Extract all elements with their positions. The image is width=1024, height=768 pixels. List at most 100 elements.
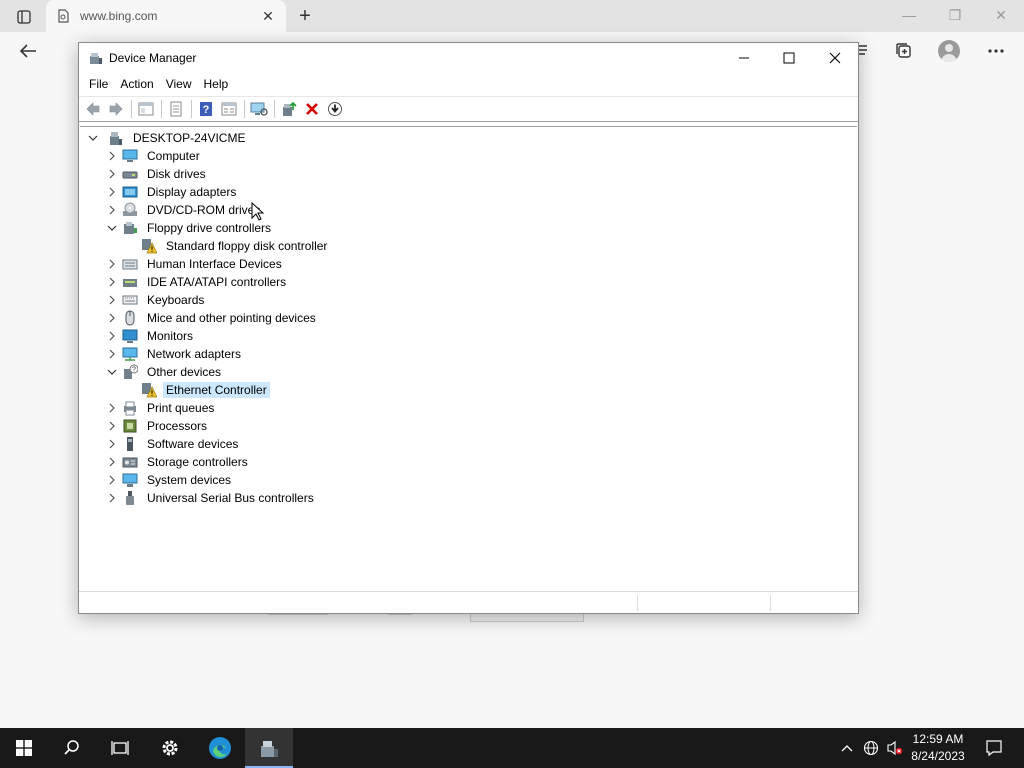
properties-button[interactable] <box>165 98 187 120</box>
expand-chevron-icon[interactable] <box>105 293 119 307</box>
device-tree[interactable]: DESKTOP-24VICME Computer Disk drives Displ… <box>80 126 857 591</box>
category-label: Software devices <box>147 437 239 451</box>
uninstall-button[interactable] <box>301 98 323 120</box>
category-label: IDE ATA/ATAPI controllers <box>147 275 287 289</box>
mouse-cursor-icon <box>251 202 265 221</box>
device-manager-taskbar-button[interactable] <box>245 728 293 768</box>
collapse-chevron-icon[interactable] <box>105 365 119 379</box>
settings-more-button[interactable] <box>980 36 1012 66</box>
category-universal-serial-bus-controllers[interactable]: Universal Serial Bus controllers <box>122 489 317 507</box>
expand-chevron-icon[interactable] <box>105 419 119 433</box>
start-button[interactable] <box>0 728 48 768</box>
menu-bar: File Action View Help <box>79 73 858 95</box>
expand-chevron-icon[interactable] <box>105 149 119 163</box>
tab-strip: www.bing.com ✕ + — ❐ ✕ <box>0 0 1024 32</box>
category-ide-ata-atapi-controllers[interactable]: IDE ATA/ATAPI controllers <box>122 273 289 291</box>
category-display-adapters[interactable]: Display adapters <box>122 183 239 201</box>
toolbar-separator <box>274 100 275 118</box>
tab-close-button[interactable]: ✕ <box>260 8 276 24</box>
edge-taskbar-button[interactable] <box>196 728 244 768</box>
expand-chevron-icon[interactable] <box>105 203 119 217</box>
back-button[interactable] <box>12 36 44 66</box>
expand-chevron-icon[interactable] <box>105 473 119 487</box>
browser-restore-button[interactable]: ❐ <box>932 0 978 30</box>
expand-chevron-icon[interactable] <box>105 455 119 469</box>
expand-chevron-icon[interactable] <box>105 491 119 505</box>
network-tray-button[interactable] <box>860 738 882 758</box>
status-separator <box>770 595 771 611</box>
expand-chevron-icon[interactable] <box>105 167 119 181</box>
close-button[interactable] <box>812 43 858 73</box>
device-ethernet-controller[interactable]: Ethernet Controller <box>141 381 270 399</box>
collapse-chevron-icon[interactable] <box>105 221 119 235</box>
expand-chevron-icon[interactable] <box>105 347 119 361</box>
device-standard-floppy-disk-controller[interactable]: Standard floppy disk controller <box>141 237 330 255</box>
menu-help[interactable]: Help <box>198 74 235 94</box>
scan-hardware-icon <box>250 102 268 116</box>
category-processors[interactable]: Processors <box>122 417 210 435</box>
window-title: Device Manager <box>109 51 197 65</box>
category-label: Monitors <box>147 329 194 343</box>
view-button[interactable] <box>218 98 240 120</box>
display-adapter-icon <box>122 186 138 198</box>
start-icon <box>16 740 32 756</box>
category-print-queues[interactable]: Print queues <box>122 399 217 417</box>
category-network-adapters[interactable]: Network adapters <box>122 345 244 363</box>
expand-chevron-icon[interactable] <box>105 275 119 289</box>
clock[interactable]: 12:59 AM 8/24/2023 <box>906 731 970 765</box>
settings-taskbar-button[interactable] <box>146 728 194 768</box>
category-dvd-cd-rom-drives[interactable]: DVD/CD-ROM drives <box>122 201 263 219</box>
update-driver-button[interactable] <box>278 98 300 120</box>
category-software-devices[interactable]: Software devices <box>122 435 241 453</box>
device-toolbar: ? <box>79 96 858 122</box>
expand-chevron-icon[interactable] <box>105 329 119 343</box>
category-other-devices[interactable]: ? Other devices <box>122 363 224 381</box>
browser-close-button[interactable]: ✕ <box>978 0 1024 30</box>
minimize-button[interactable] <box>721 43 767 73</box>
tree-root[interactable]: DESKTOP-24VICME <box>86 129 248 147</box>
menu-file[interactable]: File <box>83 74 114 94</box>
title-bar[interactable]: Device Manager <box>79 43 858 73</box>
task-view-button[interactable] <box>96 728 144 768</box>
scan-hardware-button[interactable] <box>248 98 270 120</box>
dvd-drive-icon <box>123 202 137 216</box>
expand-chevron-icon[interactable] <box>105 437 119 451</box>
category-human-interface-devices[interactable]: Human Interface Devices <box>122 255 285 273</box>
category-label: Floppy drive controllers <box>147 221 272 235</box>
expand-chevron-icon[interactable] <box>105 185 119 199</box>
category-system-devices[interactable]: System devices <box>122 471 234 489</box>
toolbar-separator <box>161 100 162 118</box>
category-storage-controllers[interactable]: Storage controllers <box>122 453 251 471</box>
printer-icon <box>124 401 136 416</box>
category-keyboards[interactable]: Keyboards <box>122 291 207 309</box>
expand-chevron-icon[interactable] <box>105 311 119 325</box>
new-tab-button[interactable]: + <box>292 5 318 27</box>
category-monitors[interactable]: Monitors <box>122 327 196 345</box>
search-button[interactable] <box>48 728 96 768</box>
volume-tray-button[interactable] <box>884 738 906 758</box>
show-hidden-icons-button[interactable] <box>836 738 858 758</box>
collections-button[interactable] <box>888 36 920 66</box>
category-disk-drives[interactable]: Disk drives <box>122 165 209 183</box>
maximize-button[interactable] <box>766 43 812 73</box>
tab-actions-button[interactable] <box>8 6 40 28</box>
browser-minimize-button[interactable]: — <box>886 0 932 30</box>
expand-chevron-icon[interactable] <box>105 257 119 271</box>
status-separator <box>637 595 638 611</box>
show-hide-tree-button[interactable] <box>135 98 157 120</box>
notifications-button[interactable] <box>976 728 1012 768</box>
forward-button[interactable] <box>105 98 127 120</box>
menu-view[interactable]: View <box>160 74 198 94</box>
help-button[interactable]: ? <box>195 98 217 120</box>
category-label: Human Interface Devices <box>147 257 282 271</box>
menu-action[interactable]: Action <box>114 74 159 94</box>
browser-tab[interactable]: www.bing.com ✕ <box>46 0 286 32</box>
profile-avatar[interactable] <box>938 40 960 62</box>
back-button[interactable] <box>82 98 104 120</box>
collapse-chevron-icon[interactable] <box>86 131 100 145</box>
expand-chevron-icon[interactable] <box>105 401 119 415</box>
category-mice-and-other-pointing-devices[interactable]: Mice and other pointing devices <box>122 309 319 327</box>
category-computer[interactable]: Computer <box>122 147 203 165</box>
disable-device-button[interactable] <box>324 98 346 120</box>
storage-controller-icon <box>122 457 138 468</box>
